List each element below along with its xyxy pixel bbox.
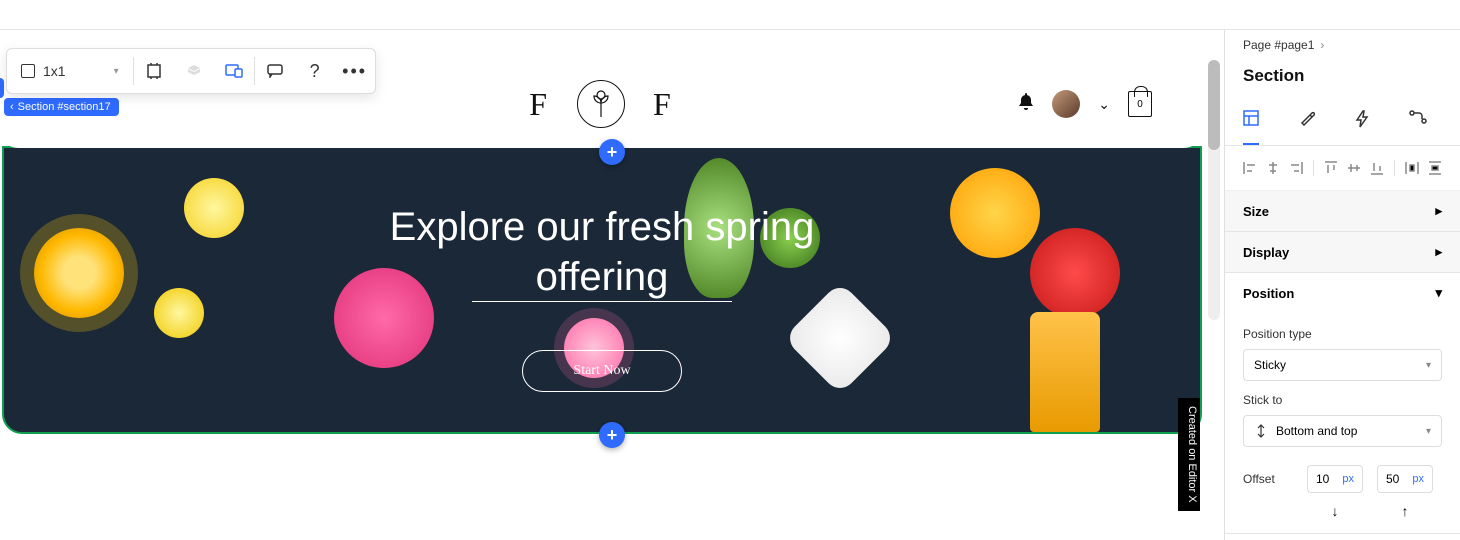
align-bottom-icon[interactable] xyxy=(1369,160,1384,176)
offset-row: Offset 10 px 50 px xyxy=(1243,465,1442,493)
hero-cta-button[interactable]: Start Now xyxy=(522,350,681,392)
responsive-icon[interactable] xyxy=(214,51,254,91)
scrollbar-thumb[interactable] xyxy=(1208,60,1220,150)
chevron-left-icon: ‹ xyxy=(10,101,14,113)
logo-circle-icon xyxy=(577,80,625,128)
offset-arrows-row: ↓ ↑ xyxy=(1243,503,1442,519)
user-avatar[interactable] xyxy=(1052,90,1080,118)
help-icon[interactable]: ? xyxy=(295,51,335,91)
main-layout: 1x1 ▾ ? ••• ‹ Section #section17 xyxy=(0,30,1460,540)
inspector-panel: Page #page1 › Section xyxy=(1224,30,1460,540)
section-label-text: Section #section17 xyxy=(18,101,111,113)
section-label-pill[interactable]: ‹ Section #section17 xyxy=(4,98,119,116)
arrow-down-icon: ↓ xyxy=(1307,503,1363,519)
hero-section[interactable]: Explore our fresh spring offering Start … xyxy=(2,146,1202,434)
add-section-bottom-button[interactable]: + xyxy=(599,422,625,448)
logo-letter-right: F xyxy=(653,86,673,123)
accordion-display: Display ▸ xyxy=(1225,232,1460,273)
tab-interactions[interactable] xyxy=(1409,100,1427,145)
panel-title: Section xyxy=(1225,56,1460,100)
shopping-bag-icon[interactable]: 0 xyxy=(1128,91,1152,117)
tab-animation[interactable] xyxy=(1355,100,1369,145)
chevron-right-icon: ▸ xyxy=(1435,244,1442,260)
accordion-position: Position ▾ Position type Sticky ▾ Stick … xyxy=(1225,273,1460,534)
add-section-top-button[interactable]: + xyxy=(599,139,625,165)
position-type-select[interactable]: Sticky ▾ xyxy=(1243,349,1442,381)
distribute-h-icon[interactable] xyxy=(1405,160,1420,176)
site-logo[interactable]: F F xyxy=(529,80,673,128)
canvas-area: 1x1 ▾ ? ••• ‹ Section #section17 xyxy=(0,30,1224,540)
layers-icon[interactable] xyxy=(174,51,214,91)
hero-content: Explore our fresh spring offering Start … xyxy=(4,148,1200,392)
chevron-down-icon: ▾ xyxy=(1435,285,1442,301)
align-left-icon[interactable] xyxy=(1243,160,1258,176)
stick-both-icon xyxy=(1254,424,1268,438)
notification-bell-icon[interactable] xyxy=(1018,93,1034,116)
align-right-icon[interactable] xyxy=(1288,160,1303,176)
more-icon[interactable]: ••• xyxy=(335,51,375,91)
tab-layout[interactable] xyxy=(1243,100,1259,145)
chevron-right-icon: ▸ xyxy=(1435,203,1442,219)
stick-to-select[interactable]: Bottom and top ▾ xyxy=(1243,415,1442,447)
tab-design[interactable] xyxy=(1299,100,1315,145)
accordion-size-header[interactable]: Size ▸ xyxy=(1225,191,1460,231)
offset-bottom-input[interactable]: 10 px xyxy=(1307,465,1363,493)
distribute-v-icon[interactable] xyxy=(1427,160,1442,176)
grid-value: 1x1 xyxy=(43,63,66,79)
stretch-icon[interactable] xyxy=(134,51,174,91)
chevron-right-icon: › xyxy=(1320,38,1324,52)
hero-title[interactable]: Explore our fresh spring offering xyxy=(4,202,1200,302)
offset-label: Offset xyxy=(1243,472,1293,486)
accordion-size: Size ▸ xyxy=(1225,191,1460,232)
chevron-down-icon: ▾ xyxy=(1426,360,1431,371)
site-header-right: ⌄ 0 xyxy=(1018,90,1152,118)
align-top-icon[interactable] xyxy=(1324,160,1339,176)
floating-toolbar: 1x1 ▾ ? ••• xyxy=(6,48,376,94)
comment-icon[interactable] xyxy=(255,51,295,91)
grid-size-select[interactable]: 1x1 ▾ xyxy=(7,49,133,93)
panel-tabs xyxy=(1225,100,1460,146)
alignment-row xyxy=(1225,146,1460,191)
chevron-down-icon: ▾ xyxy=(1426,426,1431,437)
canvas-scrollbar[interactable] xyxy=(1208,60,1220,320)
chevron-down-icon[interactable]: ⌄ xyxy=(1098,96,1110,113)
stick-to-label: Stick to xyxy=(1243,393,1442,407)
position-type-label: Position type xyxy=(1243,327,1442,341)
logo-letter-left: F xyxy=(529,86,549,123)
accordion-position-body: Position type Sticky ▾ Stick to Bottom a… xyxy=(1225,313,1460,533)
arrow-up-icon: ↑ xyxy=(1377,503,1433,519)
breadcrumb[interactable]: Page #page1 › xyxy=(1225,30,1460,56)
grid-icon xyxy=(21,64,35,78)
chevron-down-icon: ▾ xyxy=(114,66,119,77)
editor-x-badge[interactable]: Created on Editor X xyxy=(1178,398,1200,511)
align-center-v-icon[interactable] xyxy=(1347,160,1362,176)
selection-edge-indicator xyxy=(0,78,4,98)
align-center-h-icon[interactable] xyxy=(1266,160,1281,176)
accordion-position-header[interactable]: Position ▾ xyxy=(1225,273,1460,313)
accordion-display-header[interactable]: Display ▸ xyxy=(1225,232,1460,272)
offset-top-input[interactable]: 50 px xyxy=(1377,465,1433,493)
app-topbar xyxy=(0,0,1460,30)
